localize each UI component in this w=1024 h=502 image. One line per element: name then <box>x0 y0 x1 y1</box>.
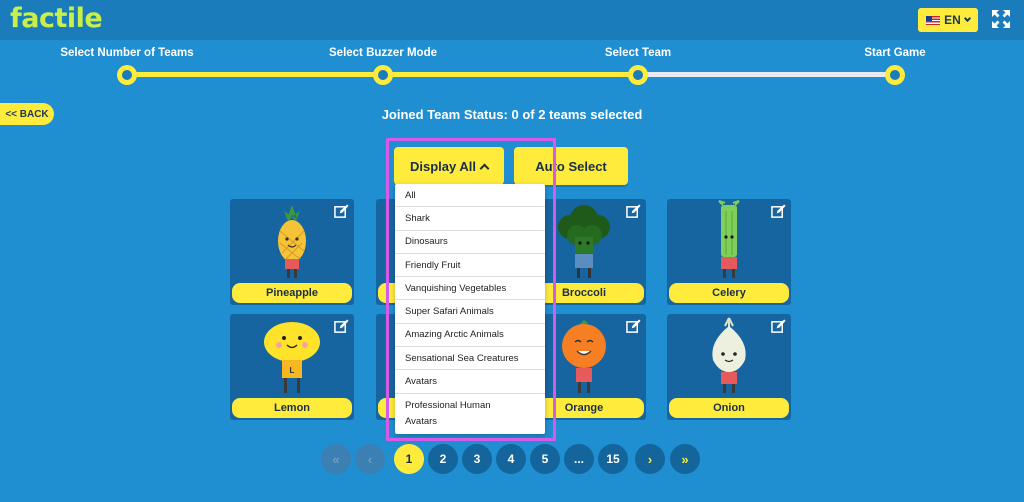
factile-logo[interactable]: factile <box>10 3 103 34</box>
page-button-3[interactable]: 3 <box>462 444 492 474</box>
language-label: EN <box>944 13 961 27</box>
svg-text:L: L <box>290 366 295 375</box>
team-name: Lemon <box>232 398 352 418</box>
page-button-5[interactable]: 5 <box>530 444 560 474</box>
edit-icon[interactable] <box>334 204 349 219</box>
dropdown-item-shark[interactable]: Shark <box>395 207 545 231</box>
display-all-label: Display All <box>410 158 476 174</box>
edit-icon[interactable] <box>771 204 786 219</box>
page-ellipsis: ... <box>564 444 594 474</box>
dropdown-item-friendly-fruit[interactable]: Friendly Fruit <box>395 254 545 278</box>
dropdown-item-sensational-sea-creatures[interactable]: Sensational Sea Creatures <box>395 347 545 371</box>
dropdown-item-avatars[interactable]: Avatars <box>395 370 545 394</box>
progress-track-remaining <box>638 72 895 77</box>
top-bar: factile EN <box>0 0 1024 40</box>
team-name: Onion <box>669 398 789 418</box>
first-page-button[interactable]: « <box>321 444 351 474</box>
chevron-up-icon <box>479 163 490 173</box>
team-name: Celery <box>669 283 789 303</box>
dropdown-item-super-safari-animals[interactable]: Super Safari Animals <box>395 300 545 324</box>
edit-icon[interactable] <box>334 319 349 334</box>
step-dot-1[interactable] <box>117 65 137 85</box>
team-card-onion[interactable]: Onion <box>667 314 791 420</box>
team-card-celery[interactable]: Celery <box>667 199 791 305</box>
next-page-button[interactable]: › <box>635 444 665 474</box>
dropdown-item-vanquishing-vegetables[interactable]: Vanquishing Vegetables <box>395 277 545 301</box>
dropdown-item-dinosaurs[interactable]: Dinosaurs <box>395 231 545 254</box>
dropdown-item-professional-human-avatars[interactable]: Professional Human Avatars <box>395 394 545 434</box>
double-chevron-left-icon: « <box>332 451 340 467</box>
edit-icon[interactable] <box>771 319 786 334</box>
dropdown-item-all[interactable]: All <box>395 184 545 208</box>
step-dot-2[interactable] <box>373 65 393 85</box>
page-button-4[interactable]: 4 <box>496 444 526 474</box>
prev-page-button[interactable]: ‹ <box>355 444 385 474</box>
double-chevron-right-icon: » <box>681 451 689 467</box>
edit-icon[interactable] <box>626 319 641 334</box>
step-label-start-game: Start Game <box>864 47 926 59</box>
page-button-15[interactable]: 15 <box>598 444 628 474</box>
dropdown-item-line-1: Professional Human <box>405 399 491 411</box>
page-button-2[interactable]: 2 <box>428 444 458 474</box>
us-flag-icon <box>926 15 941 25</box>
step-dot-4[interactable] <box>885 65 905 85</box>
chevron-left-icon: ‹ <box>367 451 373 467</box>
team-card-pineapple[interactable]: Pineapple <box>230 199 354 305</box>
joined-team-status: Joined Team Status: 0 of 2 teams selecte… <box>381 107 643 122</box>
edit-icon[interactable] <box>626 204 641 219</box>
step-label-buzzer-mode: Select Buzzer Mode <box>329 47 437 59</box>
dropdown-item-amazing-arctic-animals[interactable]: Amazing Arctic Animals <box>395 324 545 348</box>
team-card-lemon[interactable]: L Lemon <box>230 314 354 420</box>
fullscreen-icon[interactable] <box>991 9 1011 29</box>
chevron-right-icon: › <box>647 451 653 467</box>
team-name: Pineapple <box>232 283 352 303</box>
team-category-dropdown: All Shark Dinosaurs Friendly Fruit Vanqu… <box>395 184 545 434</box>
step-dot-3[interactable] <box>628 65 648 85</box>
dropdown-item-line-2: Avatars <box>405 415 438 427</box>
step-label-number-of-teams: Select Number of Teams <box>60 47 194 59</box>
auto-select-button[interactable]: Auto Select <box>514 147 628 185</box>
last-page-button[interactable]: » <box>670 444 700 474</box>
page-button-1[interactable]: 1 <box>394 444 424 474</box>
language-selector[interactable]: EN <box>918 8 978 32</box>
display-all-button[interactable]: Display All <box>394 147 504 185</box>
chevron-down-icon <box>963 14 971 23</box>
step-label-select-team: Select Team <box>604 47 672 59</box>
auto-select-label: Auto Select <box>535 158 607 174</box>
